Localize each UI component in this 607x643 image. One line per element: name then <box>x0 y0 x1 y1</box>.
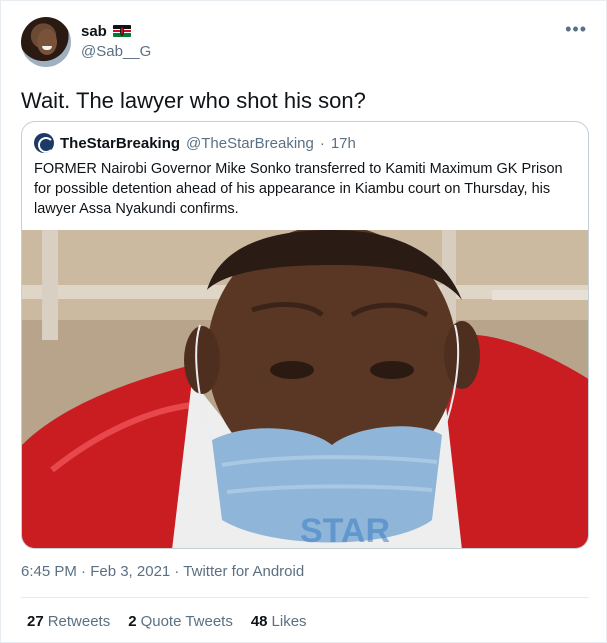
photo-illustration: STAR <box>22 230 588 549</box>
tweet-card: sab @Sab__G ••• Wait. The lawyer who sho… <box>0 0 607 643</box>
likes-stat[interactable]: 48 Likes <box>251 613 307 630</box>
more-options-icon[interactable]: ••• <box>565 19 587 40</box>
quoted-tweet-photo[interactable]: STAR <box>22 230 588 549</box>
separator-dot: · <box>319 134 325 152</box>
quote-tweets-stat[interactable]: 2 Quote Tweets <box>128 613 233 630</box>
quoted-avatar-icon[interactable] <box>34 133 54 153</box>
quoted-tweet[interactable]: TheStarBreaking @TheStarBreaking · 17h F… <box>21 121 589 549</box>
quote-tweets-count: 2 <box>128 613 137 630</box>
photo-watermark: STAR <box>300 512 390 549</box>
quoted-display-name[interactable]: TheStarBreaking <box>60 135 180 152</box>
quoted-tweet-text: FORMER Nairobi Governor Mike Sonko trans… <box>34 161 563 217</box>
tweet-header: sab @Sab__G ••• <box>21 15 589 71</box>
avatar[interactable] <box>21 17 71 67</box>
likes-count: 48 <box>250 613 268 630</box>
likes-label: Likes <box>271 613 307 630</box>
quoted-time[interactable]: 17h <box>331 135 356 152</box>
quoted-tweet-header: TheStarBreaking @TheStarBreaking · 17h <box>34 132 356 154</box>
divider <box>21 597 589 598</box>
quote-tweets-label: Quote Tweets <box>140 613 233 630</box>
retweets-stat[interactable]: 27 Retweets <box>27 613 110 630</box>
retweets-label: Retweets <box>47 613 111 630</box>
tweet-timestamp[interactable]: 6:45 PM · Feb 3, 2021 · Twitter for Andr… <box>21 563 304 580</box>
tweet-text: Wait. The lawyer who shot his son? <box>21 88 366 113</box>
retweets-count: 27 <box>27 613 44 630</box>
user-handle[interactable]: @Sab__G <box>81 43 151 60</box>
engagement-stats: 27 Retweets 2 Quote Tweets 48 Likes <box>27 613 307 630</box>
quoted-handle[interactable]: @TheStarBreaking <box>186 135 314 152</box>
display-name[interactable]: sab <box>81 23 107 40</box>
kenya-flag-icon <box>112 25 131 37</box>
user-name-row: sab <box>81 21 131 41</box>
avatar-face <box>37 29 57 55</box>
